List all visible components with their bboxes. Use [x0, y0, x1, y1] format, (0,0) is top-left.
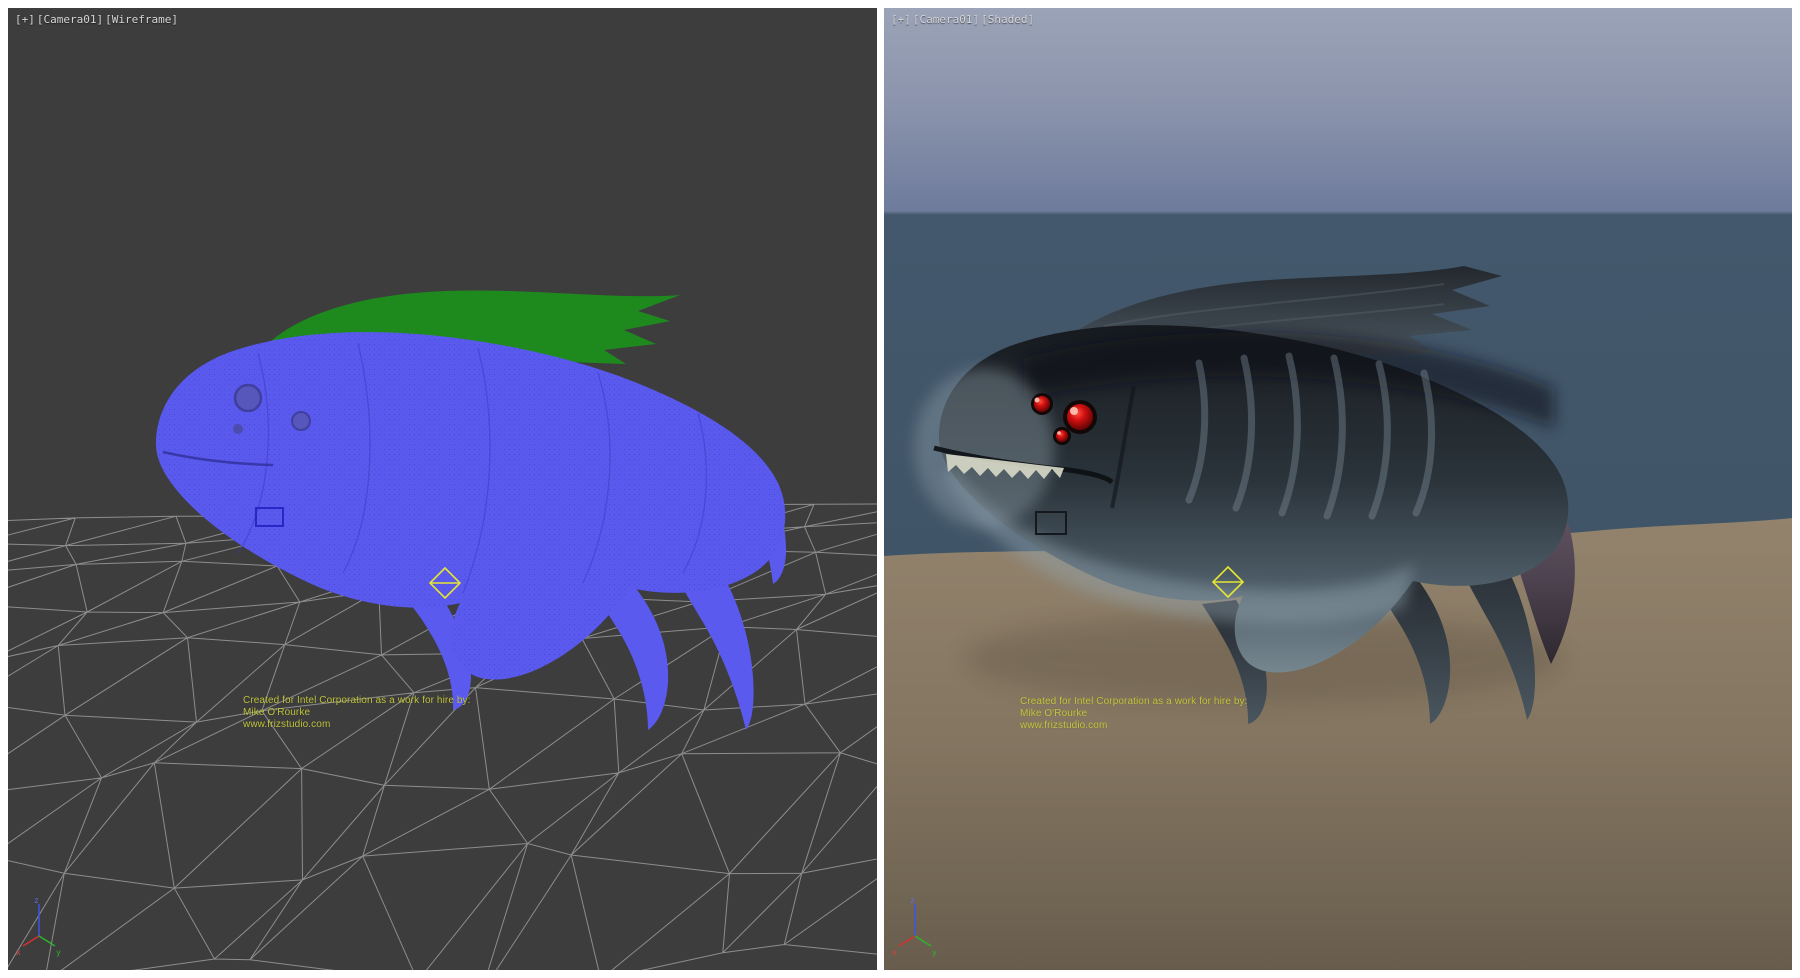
viewport-camera01-wireframe[interactable]: [+][Camera01][Wireframe] — [8, 8, 877, 970]
viewport-label-bar: [+][Camera01][Shaded] — [891, 13, 1036, 26]
wireframe-scene-canvas[interactable] — [8, 8, 877, 970]
world-axis-tripod: z x y — [14, 894, 64, 958]
watermark-line: Created for Intel Corporation as a work … — [243, 695, 471, 707]
axis-y-label: y — [56, 948, 61, 957]
viewport-shading-button[interactable]: [Wireframe] — [105, 13, 178, 26]
watermark-text: Created for Intel Corporation as a work … — [243, 695, 471, 731]
dual-viewport-frame: [+][Camera01][Wireframe] — [0, 0, 1800, 978]
fish-model-wireframe[interactable] — [156, 291, 786, 730]
viewport-shading-button[interactable]: [Shaded] — [981, 13, 1034, 26]
watermark-line: Mike O'Rourke — [1020, 708, 1248, 720]
viewport-label-bar: [+][Camera01][Wireframe] — [15, 13, 180, 26]
watermark-line: Mike O'Rourke — [243, 707, 471, 719]
axis-z-label: z — [910, 896, 915, 905]
watermark-text: Created for Intel Corporation as a work … — [1020, 696, 1248, 732]
viewport-pov-button[interactable]: [Camera01] — [913, 13, 979, 26]
viewport-menu-button[interactable]: [+] — [891, 13, 911, 26]
axis-x-label: x — [892, 948, 897, 957]
axis-y-label: y — [932, 948, 937, 957]
axis-x-label: x — [16, 948, 21, 957]
watermark-line: www.frizstudio.com — [243, 719, 471, 731]
watermark-line: Created for Intel Corporation as a work … — [1020, 696, 1248, 708]
axis-z-label: z — [34, 896, 39, 905]
viewport-menu-button[interactable]: [+] — [15, 13, 35, 26]
viewport-pov-button[interactable]: [Camera01] — [37, 13, 103, 26]
viewport-camera01-shaded[interactable]: [+][Camera01][Shaded] — [884, 8, 1792, 970]
world-axis-tripod: z x y — [890, 894, 940, 958]
watermark-line: www.frizstudio.com — [1020, 720, 1248, 732]
shaded-scene-canvas[interactable] — [884, 8, 1792, 970]
